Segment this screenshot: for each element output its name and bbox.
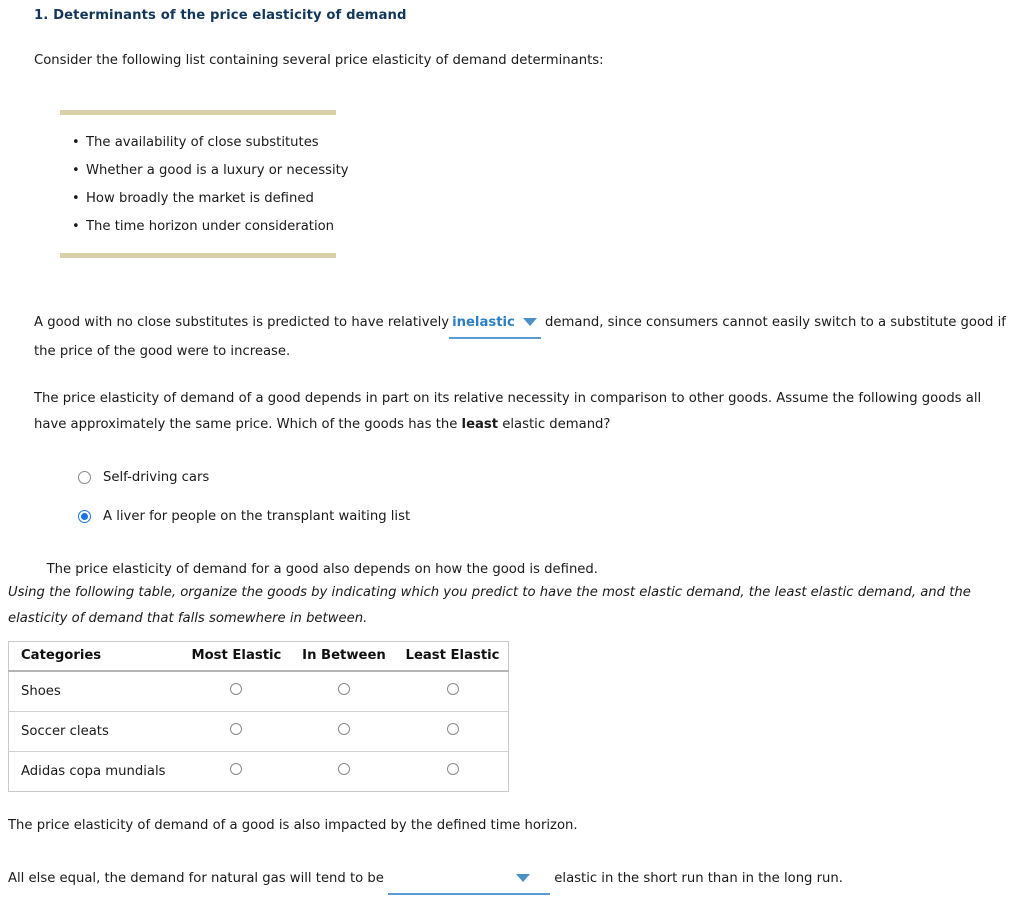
table-cell-least-elastic[interactable] [397,671,508,712]
column-header-categories: Categories [8,641,182,672]
radio-button[interactable] [230,723,243,735]
table-row: Adidas copa mundials [8,751,509,792]
goods-option-label: Self-driving cars [103,470,210,485]
table-cell-most-elastic[interactable] [182,671,291,712]
worksheet-page: 1. Determinants of the price elasticity … [0,0,1024,900]
list-item: How broadly the market is defined [72,185,336,213]
necessity-paragraph: The price elasticity of demand of a good… [34,386,1014,437]
table-cell-in-between[interactable] [291,671,397,712]
goods-option-label: A liver for people on the transplant wai… [103,509,411,524]
chevron-down-icon [522,317,537,326]
natural-gas-dropdown[interactable] [388,866,551,895]
table-instruction: Using the following table, organize the … [8,585,971,626]
list-item: The time horizon under consideration [72,213,336,241]
table-cell-category: Adidas copa mundials [8,751,182,792]
necessity-text-part2: elastic demand? [502,416,611,432]
substitutes-paragraph: A good with no close substitutes is pred… [34,310,1014,364]
determinants-list-block: The availability of close substitutes Wh… [60,110,349,258]
goods-radio-group: Self-driving cars A liver for people on … [78,458,410,536]
divider-bottom [60,253,336,258]
natural-gas-text-after: elastic in the short run than in the lon… [554,871,843,886]
natural-gas-text-before: All else equal, the demand for natural g… [8,871,384,886]
list-item: Whether a good is a luxury or necessity [72,157,349,185]
radio-button[interactable] [446,723,459,735]
intro-text: Consider the following list containing s… [34,53,604,68]
elasticity-dropdown-value: inelastic [452,315,515,330]
goods-option-liver-transplant[interactable]: A liver for people on the transplant wai… [78,497,410,536]
radio-button[interactable] [230,683,243,695]
radio-button[interactable] [78,471,91,484]
table-cell-category: Shoes [21,683,61,699]
defined-paragraph-text: The price elasticity of demand for a goo… [46,562,598,577]
table-cell-in-between[interactable] [290,751,398,792]
radio-button-selected[interactable] [78,510,91,523]
goods-option-self-driving-cars[interactable]: Self-driving cars [78,458,410,497]
chevron-down-icon [516,873,531,882]
determinants-list: The availability of close substitutes Wh… [60,115,349,253]
radio-button[interactable] [446,683,459,695]
column-header-least-elastic: Least Elastic [397,641,509,672]
elasticity-dropdown[interactable]: inelastic [449,310,541,339]
table-cell-least-elastic[interactable] [397,751,509,792]
table-header-row: Categories Most Elastic In Between Least… [8,641,509,672]
column-header-most-elastic: Most Elastic [181,641,291,672]
radio-button[interactable] [337,683,350,695]
table-cell-in-between[interactable] [290,711,398,752]
table-cell-category: Soccer cleats [8,711,182,752]
table-cell-most-elastic[interactable] [181,711,291,752]
table-row: Soccer cleats [8,711,509,752]
column-header-in-between: In Between [290,641,398,672]
natural-gas-sentence: All else equal, the demand for natural g… [8,866,1018,895]
defined-paragraph: The price elasticity of demand for a goo… [34,557,1014,583]
radio-button[interactable] [230,763,243,775]
radio-button[interactable] [337,763,350,775]
page-title: 1. Determinants of the price elasticity … [34,8,407,23]
radio-button[interactable] [446,763,459,775]
table-cell-least-elastic[interactable] [397,711,509,752]
list-item: The availability of close substitutes [72,129,336,157]
elasticity-table: Categories Most Elastic In Between Least… [8,641,509,792]
table-cell-most-elastic[interactable] [181,751,291,792]
necessity-emphasis: least [461,416,499,432]
radio-button[interactable] [337,723,350,735]
time-horizon-paragraph: The price elasticity of demand of a good… [8,818,578,833]
table-row: Shoes [9,671,509,712]
substitutes-text-before: A good with no close substitutes is pred… [34,315,450,330]
